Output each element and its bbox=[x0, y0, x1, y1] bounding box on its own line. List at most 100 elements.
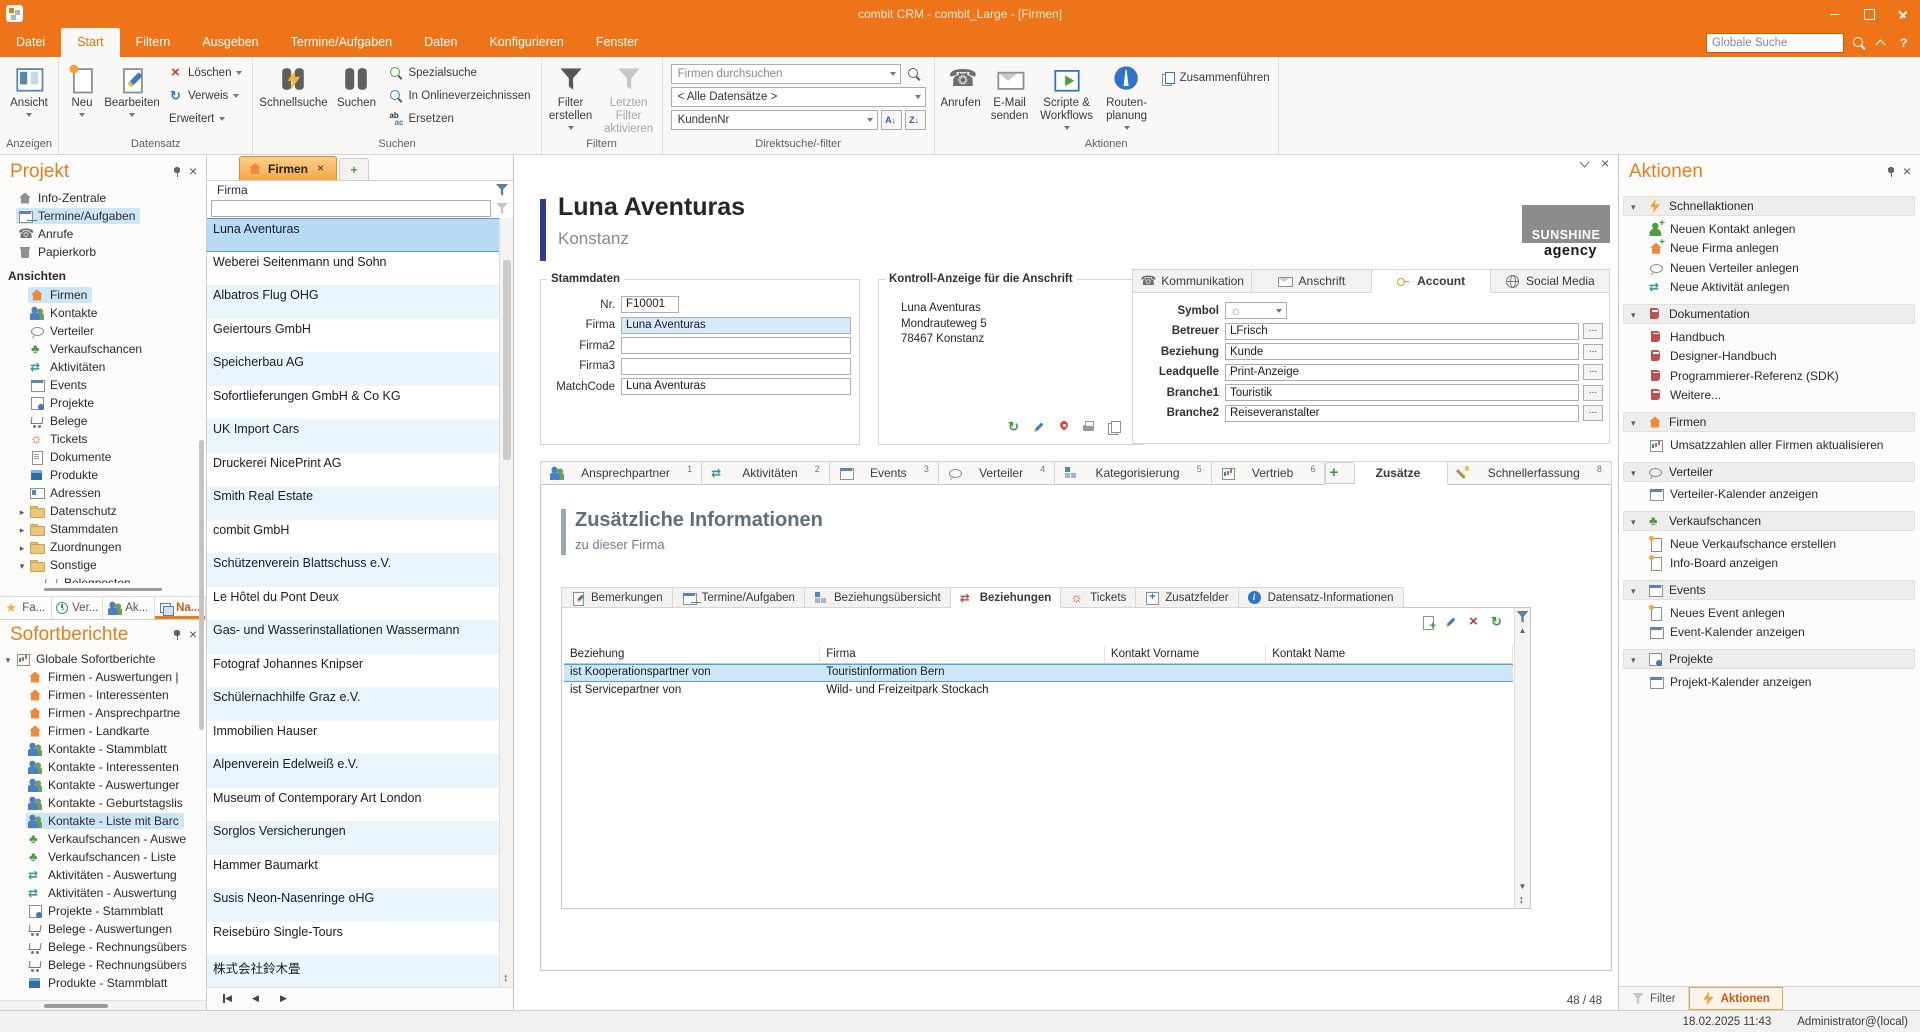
field-input[interactable]: Kunde bbox=[1225, 343, 1579, 360]
browse-button[interactable] bbox=[1583, 385, 1603, 401]
ribbon-tab[interactable]: Konfigurieren bbox=[473, 28, 579, 57]
spezialsuche-button[interactable]: Spezialsuche bbox=[385, 63, 534, 83]
sub-tab[interactable]: Tickets bbox=[1061, 587, 1136, 608]
detail-tab[interactable]: Ansprechpartner 1 bbox=[541, 462, 702, 485]
sub-tab[interactable]: Zusatzfelder bbox=[1136, 587, 1238, 608]
chevron-down-icon[interactable] bbox=[1631, 583, 1641, 597]
action-item[interactable]: Neue Aktivität anlegen bbox=[1619, 278, 1920, 298]
action-item[interactable]: Neues Event anlegen bbox=[1619, 603, 1920, 623]
sidebar-item[interactable]: Kontakte bbox=[0, 304, 206, 322]
table-filter-icon[interactable] bbox=[1516, 610, 1530, 624]
sidebar-bottom-tab[interactable]: Ak... bbox=[103, 597, 155, 619]
close-button[interactable] bbox=[1886, 0, 1920, 27]
split-handle-icon[interactable] bbox=[500, 972, 514, 986]
pin-icon[interactable] bbox=[170, 165, 184, 179]
company-row[interactable]: Sofortlieferungen GmbH & Co KG bbox=[207, 386, 499, 420]
report-item[interactable]: Aktivitäten - Auswertung bbox=[0, 884, 206, 902]
action-item[interactable]: Dokumentation bbox=[1623, 304, 1915, 324]
action-item[interactable]: Programmierer-Referenz (SDK) bbox=[1619, 366, 1920, 386]
action-item[interactable]: Projekt-Kalender anzeigen bbox=[1619, 672, 1920, 692]
report-item[interactable]: Belege - Auswertungen bbox=[0, 920, 206, 938]
collapse-ribbon-icon[interactable] bbox=[1874, 36, 1888, 50]
action-item[interactable]: Verkaufschancen bbox=[1623, 511, 1915, 531]
panel-bottom-tab[interactable]: Aktionen bbox=[1689, 987, 1783, 1010]
bearbeiten-button[interactable]: Bearbeiten bbox=[103, 59, 161, 137]
action-item[interactable]: Firmen bbox=[1623, 412, 1915, 432]
detail-tab[interactable]: Aktivitäten 2 bbox=[702, 462, 830, 485]
sub-tab[interactable]: Datensatz-Informationen bbox=[1239, 587, 1404, 608]
company-row[interactable]: Geiertours GmbH bbox=[207, 319, 499, 353]
panel-bottom-tab[interactable]: Filter bbox=[1619, 987, 1689, 1010]
list-column-header[interactable]: Firma bbox=[217, 183, 248, 197]
copy-icon[interactable] bbox=[1107, 420, 1121, 434]
account-tab[interactable]: Social Media bbox=[1491, 269, 1610, 293]
next-record-button[interactable] bbox=[277, 992, 291, 1006]
action-item[interactable]: Handbuch bbox=[1619, 327, 1920, 347]
company-row[interactable]: Museum of Contemporary Art London bbox=[207, 788, 499, 822]
action-item[interactable]: Projekte bbox=[1623, 649, 1915, 669]
reports-root[interactable]: Globale Sofortberichte bbox=[0, 650, 206, 668]
action-item[interactable]: Event-Kalender anzeigen bbox=[1619, 623, 1920, 643]
table-column-header[interactable]: Firma bbox=[820, 646, 1105, 664]
sub-tab[interactable]: Termine/Aufgaben bbox=[673, 587, 805, 608]
detail-tab[interactable] bbox=[1325, 462, 1355, 484]
edit-relation-icon[interactable] bbox=[1444, 615, 1458, 629]
sidebar-bottom-tab[interactable]: Fa... bbox=[0, 597, 52, 619]
ribbon-tab[interactable]: Filtern bbox=[120, 28, 187, 57]
company-row[interactable]: 株式会社鈴木畳 bbox=[207, 955, 499, 987]
chevron-down-icon[interactable] bbox=[1631, 514, 1641, 528]
zusammenfuehren-button[interactable]: Zusammenführen bbox=[1155, 67, 1276, 89]
refresh-icon[interactable] bbox=[1007, 420, 1021, 434]
delete-relation-icon[interactable] bbox=[1467, 615, 1481, 629]
chevron-down-icon[interactable] bbox=[1631, 415, 1641, 429]
action-item[interactable]: Schnellaktionen bbox=[1623, 196, 1915, 216]
company-row[interactable]: Schülernachhilfe Graz e.V. bbox=[207, 687, 499, 721]
firmen-view-tab[interactable]: Firmen bbox=[239, 156, 337, 180]
close-panel-icon[interactable] bbox=[1900, 165, 1914, 179]
field-input[interactable] bbox=[621, 337, 851, 354]
list-filter-input[interactable] bbox=[211, 200, 491, 217]
report-item[interactable]: Aktivitäten - Auswertung bbox=[0, 866, 206, 884]
sub-tab[interactable]: Bemerkungen bbox=[561, 587, 673, 608]
erweitert-button[interactable]: Erweitert bbox=[165, 109, 246, 129]
sub-tab[interactable]: Beziehungsübersicht bbox=[805, 587, 951, 608]
sidebar-item[interactable]: Papierkorb bbox=[0, 243, 206, 261]
company-row[interactable]: Druckerei NicePrint AG bbox=[207, 453, 499, 487]
action-item[interactable]: Neuen Verteiler anlegen bbox=[1619, 258, 1920, 278]
field-input[interactable]: Print-Anzeige bbox=[1225, 364, 1579, 381]
report-item[interactable]: Verkaufschancen - Liste bbox=[0, 848, 206, 866]
sidebar-item[interactable]: Verteiler bbox=[0, 322, 206, 340]
table-row[interactable]: ist Kooperationspartner von Touristinfor… bbox=[564, 664, 1513, 682]
sidebar-item[interactable]: Tickets bbox=[0, 430, 206, 448]
datensatz-filter-combo[interactable]: < Alle Datensätze > bbox=[671, 87, 926, 107]
column-filter-icon[interactable] bbox=[495, 183, 509, 197]
sidebar-item[interactable]: Dokumente bbox=[0, 448, 206, 466]
split-handle-icon[interactable] bbox=[1516, 894, 1530, 908]
scroll-down-icon[interactable] bbox=[1516, 880, 1530, 894]
twisty-icon[interactable] bbox=[16, 540, 28, 554]
company-row[interactable]: Sorglos Versicherungen bbox=[207, 821, 499, 855]
sortierung-combo[interactable]: KundenNr bbox=[671, 110, 878, 130]
minimize-button[interactable] bbox=[1818, 0, 1852, 27]
report-item[interactable]: Projekte - Stammblatt bbox=[0, 902, 206, 920]
new-relation-icon[interactable] bbox=[1421, 615, 1435, 629]
field-input[interactable] bbox=[621, 358, 851, 375]
map-pin-icon[interactable] bbox=[1057, 420, 1071, 434]
company-row[interactable]: Alpenverein Edelweiß e.V. bbox=[207, 754, 499, 788]
action-item[interactable]: Verteiler-Kalender anzeigen bbox=[1619, 485, 1920, 505]
report-item[interactable]: Firmen - Ansprechpartne bbox=[0, 704, 206, 722]
panel-splitter[interactable] bbox=[0, 583, 206, 596]
neu-button[interactable]: Neu bbox=[61, 59, 103, 137]
suchen-button[interactable]: Suchen bbox=[331, 59, 381, 137]
close-panel-icon[interactable] bbox=[186, 165, 200, 179]
add-view-tab[interactable]: + bbox=[339, 158, 369, 180]
direktsuche-combo[interactable]: Firmen durchsuchen bbox=[671, 64, 901, 84]
company-row[interactable]: Weberei Seitenmann und Sohn bbox=[207, 252, 499, 286]
ribbon-tab[interactable]: Start bbox=[61, 28, 119, 57]
ribbon-tab[interactable]: Fenster bbox=[580, 28, 654, 57]
horizontal-scrollbar[interactable] bbox=[0, 1000, 206, 1010]
table-column-header[interactable]: Kontakt Name bbox=[1266, 646, 1513, 664]
ersetzen-button[interactable]: Ersetzen bbox=[385, 109, 534, 129]
detail-tab[interactable]: Kategorisierung 5 bbox=[1055, 462, 1211, 485]
maximize-button[interactable] bbox=[1852, 0, 1886, 27]
